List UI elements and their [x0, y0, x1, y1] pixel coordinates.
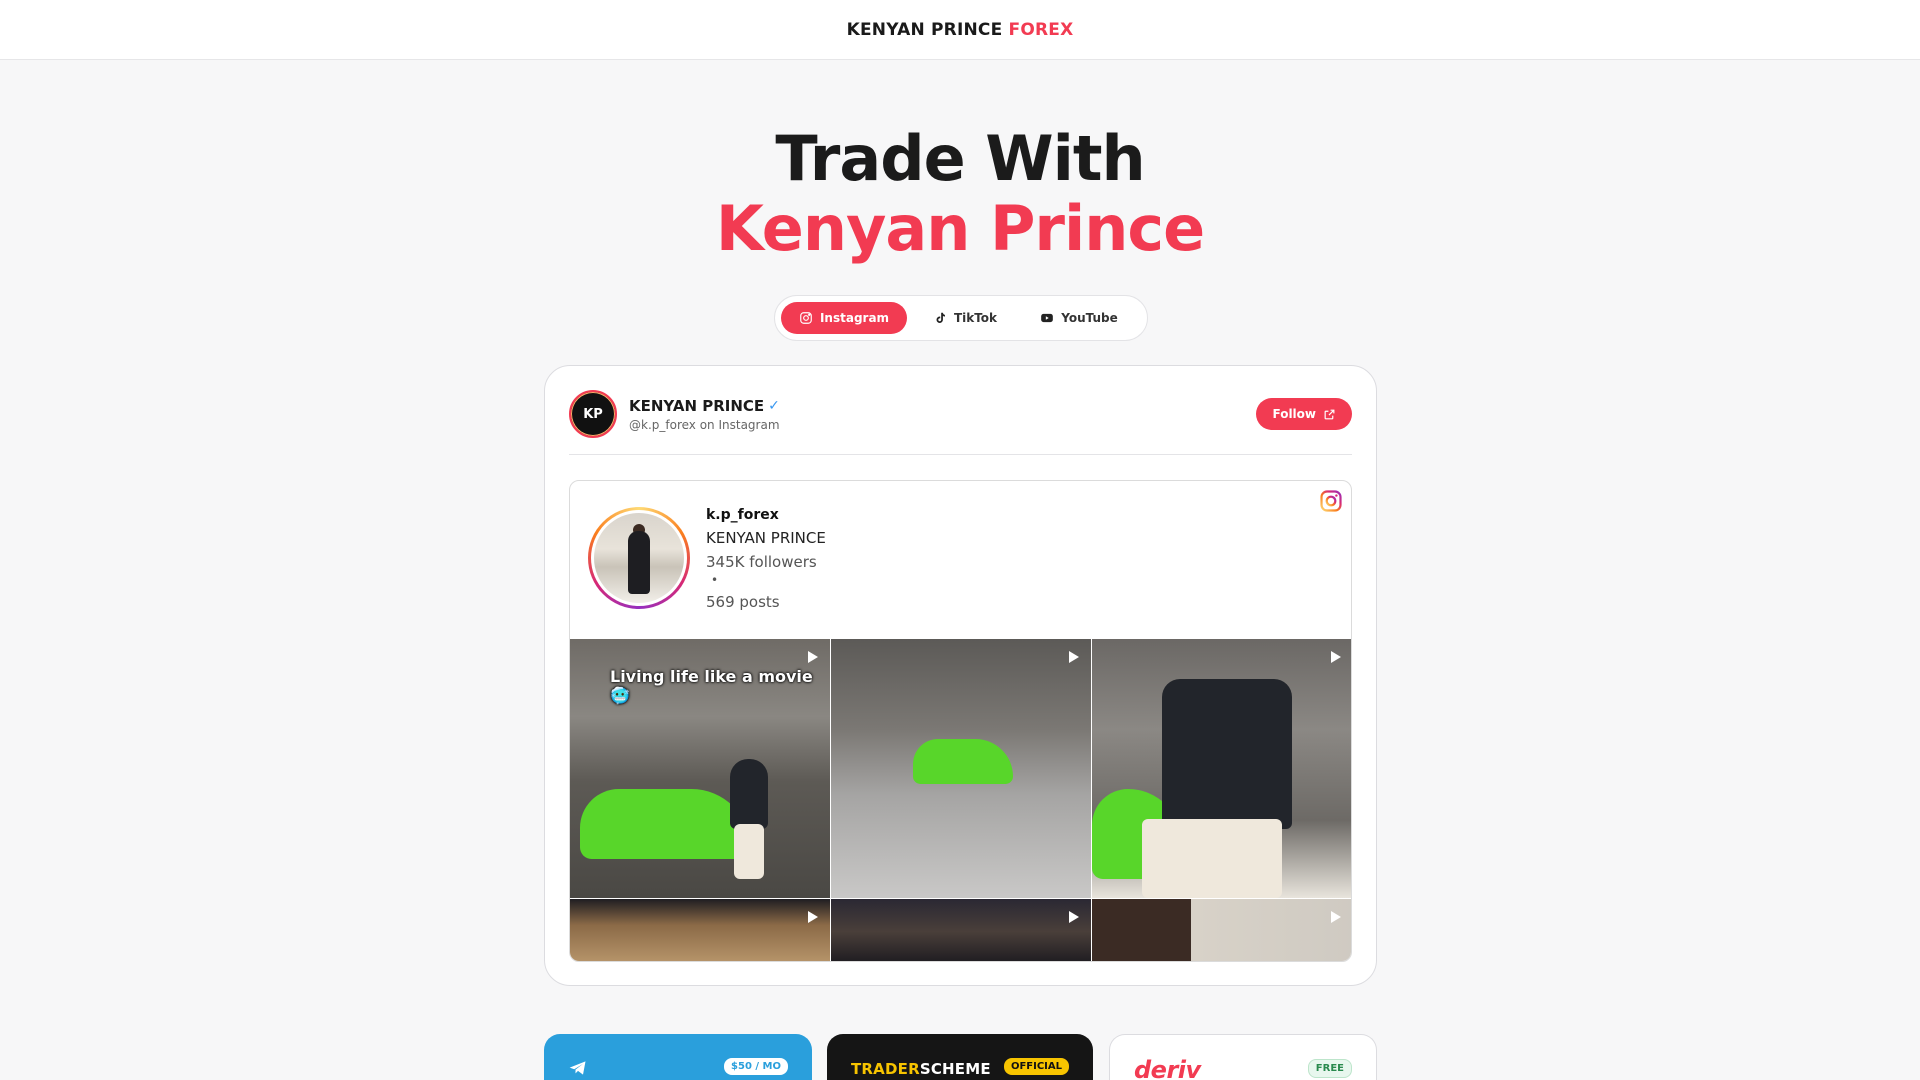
- profile-summary: KENYAN PRINCE ✓ @k.p_forex on Instagram: [629, 397, 780, 432]
- price-badge: $50 / MO: [724, 1058, 788, 1075]
- reel-play-icon: [808, 911, 818, 923]
- tab-label: TikTok: [953, 311, 998, 325]
- instagram-icon: [800, 312, 812, 324]
- reel-play-icon: [1331, 651, 1341, 663]
- instagram-logo-icon[interactable]: [1319, 489, 1343, 513]
- followers-count: 345K followers: [706, 553, 817, 571]
- hero-line-1: Trade With: [775, 122, 1145, 195]
- free-badge: FREE: [1307, 1059, 1352, 1078]
- divider: [569, 454, 1352, 455]
- external-link-icon: [1324, 409, 1335, 419]
- traderscheme-logo: TRADERSCHEME: [851, 1060, 991, 1078]
- reel-play-icon: [1069, 651, 1079, 663]
- instagram-full-name: KENYAN PRINCE: [706, 529, 826, 547]
- post-tile[interactable]: [570, 899, 830, 961]
- reel-play-icon: [1331, 911, 1341, 923]
- tab-instagram[interactable]: Instagram: [781, 302, 907, 334]
- instagram-embed[interactable]: k.p_forex KENYAN PRINCE 345K followers •…: [569, 480, 1352, 962]
- top-bar: KENYAN PRINCE FOREX: [0, 0, 1920, 60]
- reel-play-icon: [1069, 911, 1079, 923]
- stat-separator: •: [711, 573, 719, 587]
- hero-heading: Trade With Kenyan Prince: [0, 124, 1920, 264]
- brand-main: KENYAN PRINCE: [846, 19, 1003, 40]
- follow-label: Follow: [1272, 407, 1316, 421]
- brand-accent: FOREX: [1008, 19, 1074, 40]
- post-tile[interactable]: [831, 899, 1091, 961]
- telegram-promo-card[interactable]: $50 / MO: [544, 1034, 812, 1080]
- instagram-profile-picture[interactable]: [588, 507, 690, 609]
- profile-handle: @k.p_forex on Instagram: [629, 417, 780, 432]
- tab-youtube[interactable]: YouTube: [1023, 302, 1135, 334]
- post-tile[interactable]: [1092, 639, 1351, 898]
- card-header: KP KENYAN PRINCE ✓ @k.p_forex on Instagr…: [569, 390, 1352, 438]
- avatar: KP: [569, 390, 617, 438]
- telegram-icon: [569, 1061, 586, 1075]
- posts-count: 569 posts: [706, 593, 780, 611]
- instagram-profile-info: k.p_forex KENYAN PRINCE 345K followers •…: [706, 507, 826, 611]
- official-badge: OFFICIAL: [1003, 1058, 1069, 1075]
- youtube-icon: [1041, 313, 1054, 323]
- brand-logo[interactable]: KENYAN PRINCE FOREX: [847, 20, 1074, 40]
- instagram-username[interactable]: k.p_forex: [706, 507, 826, 523]
- profile-name-text: KENYAN PRINCE: [629, 396, 765, 415]
- tab-label: Instagram: [819, 311, 890, 325]
- traderscheme-promo-card[interactable]: TRADERSCHEME OFFICIAL: [827, 1034, 1093, 1080]
- profile-name: KENYAN PRINCE ✓: [629, 397, 780, 415]
- platform-tabs: Instagram TikTok YouTube: [774, 295, 1148, 341]
- follow-button[interactable]: Follow: [1256, 398, 1352, 430]
- post-tile[interactable]: Living life like a movie🥶: [570, 639, 830, 898]
- hero-line-2: Kenyan Prince: [715, 192, 1205, 265]
- verified-icon: ✓: [768, 397, 780, 414]
- tab-tiktok[interactable]: TikTok: [913, 302, 1017, 334]
- post-tile[interactable]: [831, 639, 1091, 898]
- instagram-card: KP KENYAN PRINCE ✓ @k.p_forex on Instagr…: [544, 365, 1377, 986]
- post-tile[interactable]: [1092, 899, 1351, 961]
- instagram-post-grid: Living life like a movie🥶: [570, 639, 1351, 961]
- post-caption: Living life like a movie🥶: [610, 667, 813, 705]
- deriv-promo-card[interactable]: deriv FREE: [1109, 1034, 1377, 1080]
- tab-label: YouTube: [1061, 311, 1118, 325]
- tiktok-icon: [936, 312, 945, 323]
- deriv-logo: deriv: [1134, 1056, 1201, 1080]
- reel-play-icon: [808, 651, 818, 663]
